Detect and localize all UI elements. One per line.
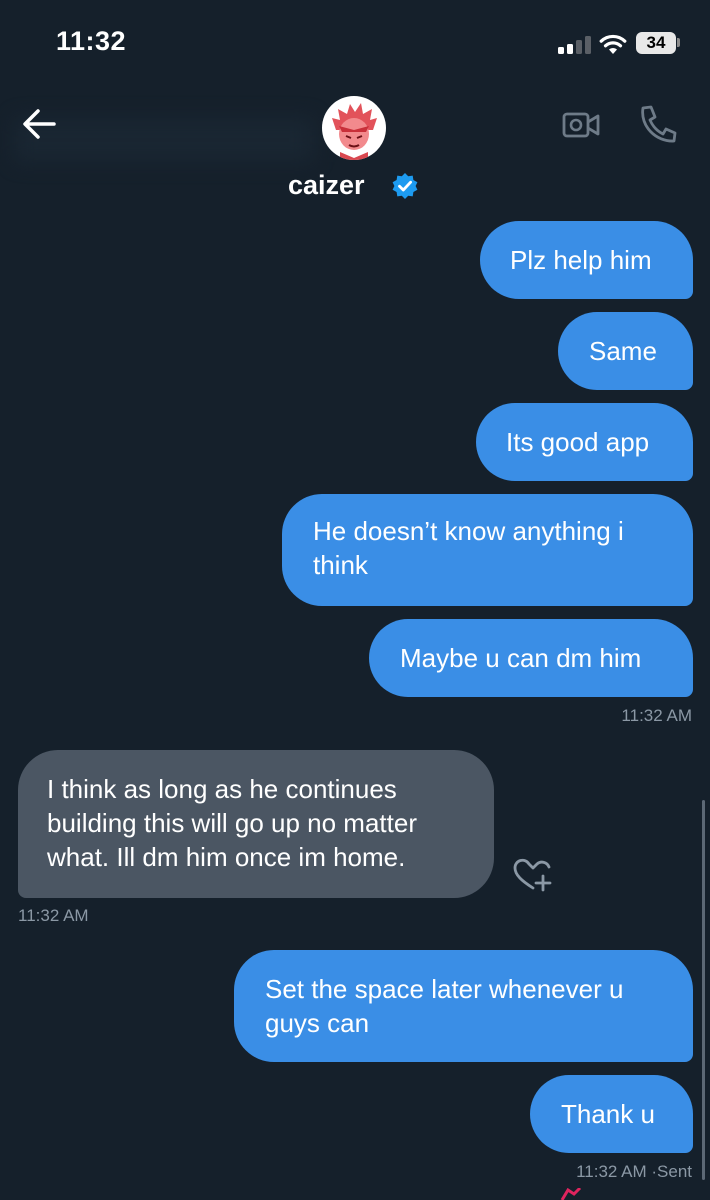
status-time: 11:32 (56, 26, 127, 56)
sent-message[interactable]: Plz help him (480, 221, 693, 299)
sent-message[interactable]: Set the space later whenever u guys can (234, 950, 693, 1062)
partial-red-icon (560, 1188, 582, 1200)
sent-message[interactable]: Its good app (476, 403, 693, 481)
video-call-icon[interactable] (560, 104, 602, 146)
battery-icon: 34 (636, 32, 676, 54)
signal-icon (558, 36, 592, 54)
battery-nub (677, 38, 680, 47)
message-timestamp: 11:32 AM (18, 906, 89, 925)
wifi-icon (599, 34, 627, 54)
received-message[interactable]: I think as long as he continues building… (18, 750, 494, 898)
scrollbar[interactable] (702, 800, 705, 1180)
avatar[interactable] (322, 96, 386, 160)
heart-plus-icon[interactable] (512, 856, 554, 894)
verified-badge-icon (392, 173, 418, 199)
contact-name[interactable]: caizer (288, 170, 365, 201)
phone-icon[interactable] (636, 102, 678, 146)
sent-message[interactable]: Same (558, 312, 693, 390)
message-timestamp-sent: 11:32 AM ·Sent (576, 1162, 692, 1181)
sent-message[interactable]: Maybe u can dm him (369, 619, 693, 697)
message-timestamp: 11:32 AM (621, 706, 692, 725)
back-arrow-icon[interactable] (18, 104, 60, 144)
sent-message[interactable]: Thank u (530, 1075, 693, 1153)
sent-message[interactable]: He doesn’t know anything i think (282, 494, 693, 606)
